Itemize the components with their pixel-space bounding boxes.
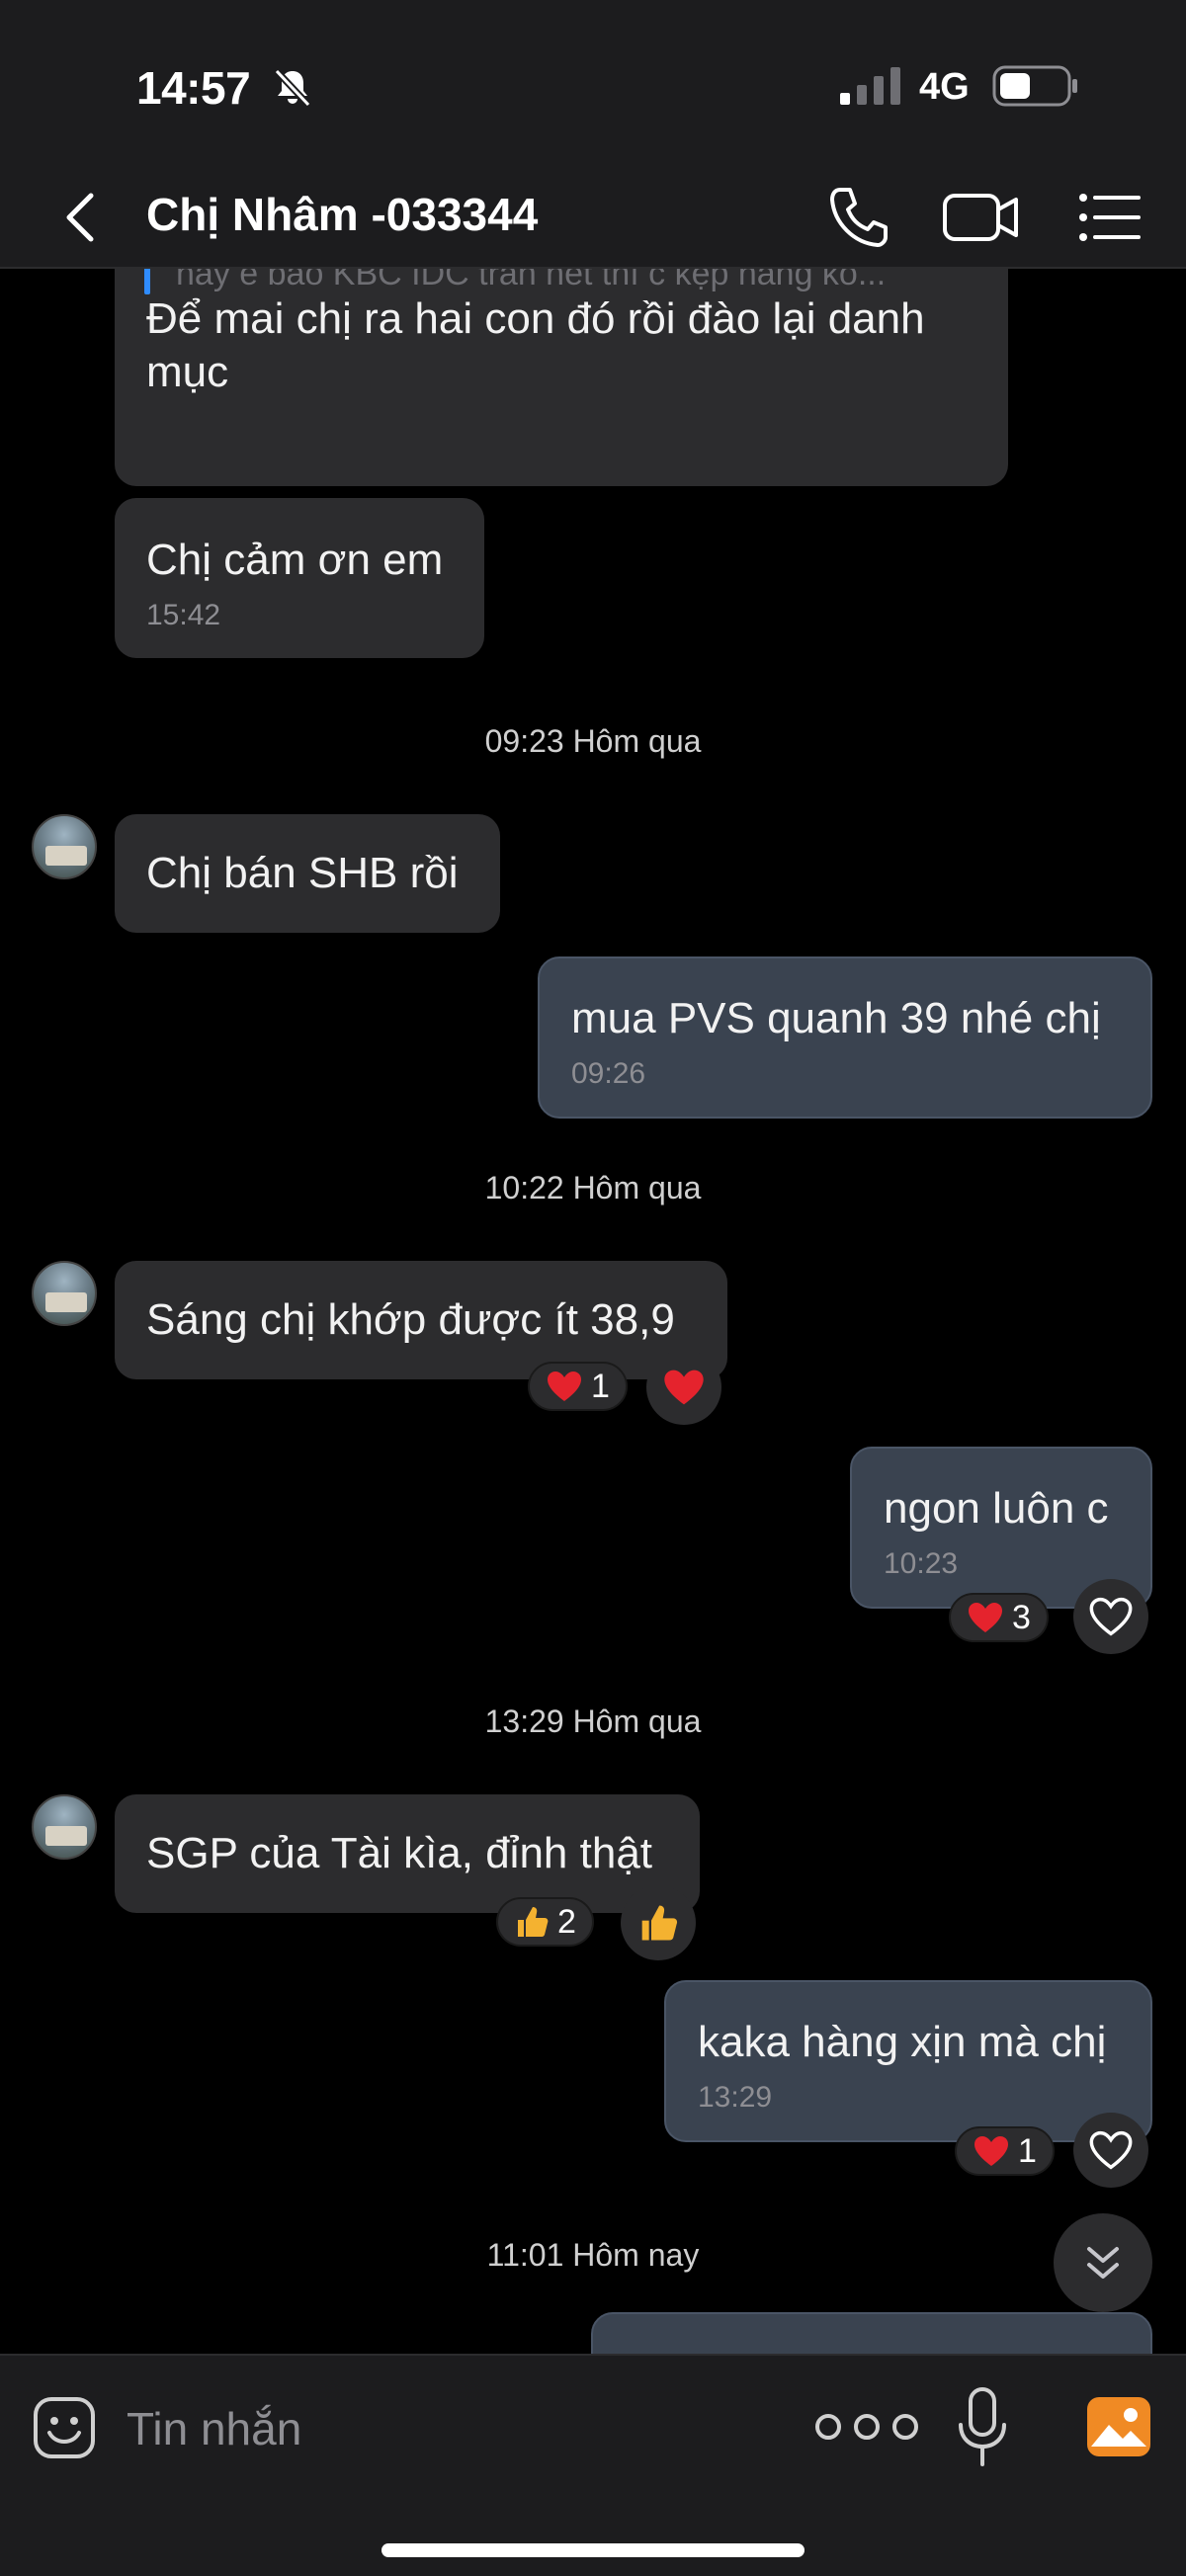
message-sent[interactable]: mua PVS quanh 39 nhé chị 09:26 — [538, 956, 1152, 1119]
heart-icon — [664, 1370, 704, 1405]
message-text: Sáng chị khớp được ít 38,9 — [146, 1295, 675, 1344]
avatar[interactable] — [32, 814, 97, 879]
bell-slash-icon — [274, 68, 311, 108]
react-button[interactable] — [1073, 1579, 1148, 1654]
date-divider: 10:22 Hôm qua — [484, 1170, 702, 1205]
reaction-count: 1 — [591, 1367, 610, 1405]
quote-bar — [144, 269, 150, 294]
more-dots-icon[interactable] — [808, 2407, 925, 2447]
cellular-signal-icon — [840, 67, 900, 105]
chat-screen: 14:57 4G Chị Nhâm -033344 Để mai chị ra … — [0, 0, 1186, 2576]
react-button[interactable] — [621, 1885, 696, 1960]
reaction-count: 2 — [557, 1902, 576, 1941]
date-divider: 09:23 Hôm qua — [484, 723, 702, 759]
message-sent[interactable]: kaka hàng xịn mà chị 13:29 — [664, 1980, 1152, 2142]
reaction-summary[interactable]: 1 — [528, 1362, 628, 1411]
heart-icon — [548, 1371, 581, 1401]
video-camera-icon[interactable] — [941, 182, 1022, 253]
microphone-icon[interactable] — [955, 2385, 1010, 2470]
double-chevron-down-icon — [1087, 2247, 1119, 2279]
status-time: 14:57 — [136, 62, 251, 114]
quoted-message: nay e bảo KBC IDC trăn hết thì c kẹp hàn… — [176, 269, 887, 292]
message-sent[interactable] — [591, 2312, 1152, 2354]
message-text: SGP của Tài kìa, đỉnh thật — [146, 1829, 653, 1877]
message-time: 13:29 — [698, 2081, 773, 2114]
react-button[interactable] — [646, 1350, 721, 1425]
message-received[interactable]: Chị bán SHB rồi — [115, 814, 500, 933]
chevron-left-icon[interactable] — [51, 186, 111, 249]
message-text: mục — [146, 348, 229, 396]
heart-outline-icon — [1089, 2130, 1133, 2170]
message-text: ngon luôn c — [884, 1484, 1109, 1533]
reaction-count: 3 — [1012, 1598, 1031, 1636]
list-icon[interactable] — [1073, 182, 1144, 253]
message-input[interactable] — [127, 2389, 759, 2468]
message-received[interactable]: Để mai chị ra hai con đó rồi đào lại dan… — [115, 269, 1008, 486]
battery-icon — [992, 65, 1077, 107]
contact-name[interactable]: Chị Nhâm -033344 — [146, 188, 538, 241]
thumbs-up-icon — [641, 1905, 678, 1941]
heart-outline-icon — [1089, 1597, 1133, 1636]
reaction-summary[interactable]: 2 — [496, 1897, 594, 1947]
phone-icon[interactable] — [820, 180, 895, 255]
image-icon[interactable] — [1085, 2395, 1152, 2458]
message-time: 15:42 — [146, 599, 221, 631]
message-received[interactable]: Chị cảm ơn em 15:42 — [115, 498, 484, 658]
message-text: Chị cảm ơn em — [146, 536, 444, 584]
message-received[interactable]: Sáng chị khớp được ít 38,9 — [115, 1261, 727, 1379]
avatar[interactable] — [32, 1261, 97, 1326]
emoji-icon[interactable] — [32, 2395, 97, 2460]
message-text: kaka hàng xịn mà chị — [698, 2018, 1107, 2066]
date-divider: 13:29 Hôm qua — [484, 1703, 702, 1739]
home-indicator — [381, 2543, 805, 2557]
message-text: Để mai chị ra hai con đó rồi đào lại dan… — [146, 294, 925, 343]
thumbs-up-icon — [518, 1907, 549, 1937]
network-type: 4G — [919, 66, 970, 108]
date-divider: 11:01 Hôm nay — [486, 2237, 700, 2273]
message-text: mua PVS quanh 39 nhé chị — [571, 994, 1101, 1042]
chat-header: Chị Nhâm -033344 — [0, 168, 1186, 269]
heart-icon — [969, 1603, 1002, 1632]
reaction-summary[interactable]: 3 — [949, 1593, 1049, 1642]
composer — [0, 2354, 1186, 2576]
react-button[interactable] — [1073, 2113, 1148, 2188]
status-bar: 14:57 4G — [0, 0, 1186, 173]
message-text: Chị bán SHB rồi — [146, 849, 459, 897]
heart-icon — [974, 2136, 1008, 2166]
message-time: 09:26 — [571, 1057, 646, 1090]
message-time: 10:23 — [884, 1547, 959, 1580]
message-list[interactable]: Để mai chị ra hai con đó rồi đào lại dan… — [0, 269, 1186, 2354]
reaction-summary[interactable]: 1 — [955, 2126, 1055, 2176]
avatar[interactable] — [32, 1794, 97, 1860]
reaction-count: 1 — [1018, 2131, 1037, 2170]
message-received[interactable]: SGP của Tài kìa, đỉnh thật — [115, 1794, 700, 1913]
scroll-to-bottom-button[interactable] — [1054, 2213, 1152, 2312]
